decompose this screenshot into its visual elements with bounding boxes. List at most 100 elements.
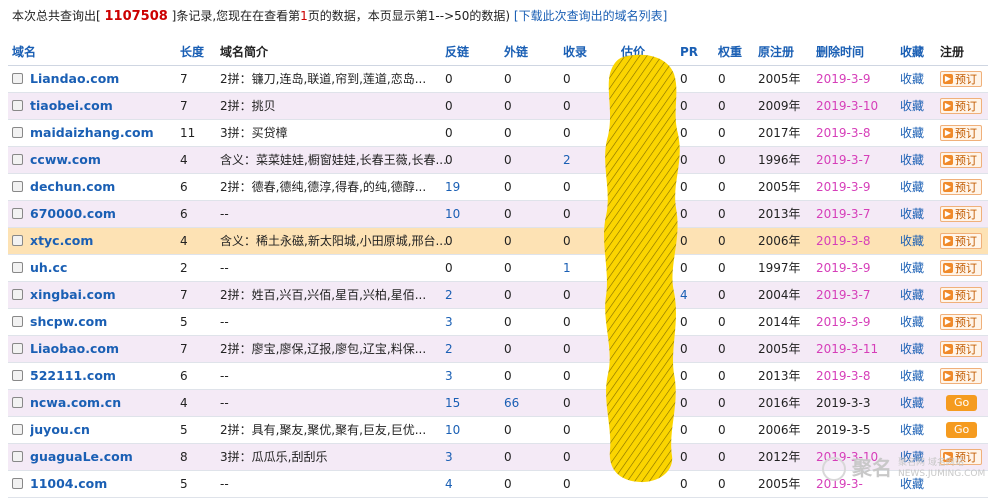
favorite-link[interactable]: 收藏 [900,309,936,335]
row-checkbox[interactable] [12,127,23,138]
row-checkbox[interactable] [12,100,23,111]
preorder-button[interactable]: ▶ 预订 [940,340,982,357]
preorder-icon: ▶ [943,262,953,273]
row-checkbox[interactable] [12,397,23,408]
domain-link[interactable]: 11004.com [30,476,107,491]
indexed-cell: 1 [563,261,571,275]
header-pr[interactable]: PR [680,40,710,65]
header-name[interactable]: 域名 [12,40,157,65]
row-checkbox[interactable] [12,451,23,462]
intro-cell: -- [220,477,229,491]
registered-cell: 2012年 [758,450,801,464]
length-cell: 6 [180,180,188,194]
domain-link[interactable]: xtyc.com [30,233,93,248]
header-estimate[interactable]: 估价 [621,40,671,65]
preorder-button[interactable]: ▶ 预订 [940,97,982,114]
delete-time-cell: 2019-3-7 [816,288,871,302]
preorder-button[interactable]: ▶ 预订 [940,232,982,249]
preorder-button[interactable]: ▶ 预订 [940,70,982,87]
header-backlinks[interactable]: 反链 [445,40,495,65]
domain-link[interactable]: tiaobei.com [30,98,113,113]
preorder-button[interactable]: ▶ 预订 [940,367,982,384]
watermark-text: 聚名网 域名网站 NEWS.JUMING.COM [898,458,986,479]
header-weight[interactable]: 权重 [718,40,748,65]
domain-link[interactable]: uh.cc [30,260,67,275]
length-cell: 2 [180,261,188,275]
pr-cell: 0 [680,234,688,248]
backlinks-cell: 4 [445,477,453,491]
favorite-link[interactable]: 收藏 [900,363,936,389]
domain-link[interactable]: 522111.com [30,368,116,383]
row-checkbox[interactable] [12,289,23,300]
header-length[interactable]: 长度 [180,40,216,65]
row-checkbox[interactable] [12,181,23,192]
table-row: Liandao.com 7 2拼：镰刀,连岛,联道,帘到,莲道,恋岛... 0 0 0 0 0… [8,66,988,93]
favorite-link[interactable]: 收藏 [900,66,936,92]
download-list-link[interactable]: [下载此次查询出的域名列表] [514,9,667,23]
favorite-link[interactable]: 收藏 [900,282,936,308]
favorite-link[interactable]: 收藏 [900,390,936,416]
header-delete-time[interactable]: 删除时间 [816,40,900,65]
domain-link[interactable]: ncwa.com.cn [30,395,121,410]
summary-prefix: 本次总共查询出[ [12,9,105,23]
intro-cell: 2拼：德春,德纯,德淳,得春,的纯,德醇... [220,180,427,194]
row-checkbox[interactable] [12,262,23,273]
delete-time-cell: 2019-3-7 [816,207,871,221]
favorite-link[interactable]: 收藏 [900,147,936,173]
go-button[interactable]: Go [946,394,978,411]
go-button[interactable]: Go [946,421,978,438]
preorder-button[interactable]: ▶ 预订 [940,259,982,276]
preorder-button[interactable]: ▶ 预订 [940,205,982,222]
preorder-button[interactable]: ▶ 预订 [940,178,982,195]
favorite-link[interactable]: 收藏 [900,228,936,254]
favorite-link[interactable]: 收藏 [900,417,936,443]
domain-link[interactable]: shcpw.com [30,314,107,329]
domain-link[interactable]: 670000.com [30,206,116,221]
header-registered[interactable]: 原注册 [758,40,812,65]
indexed-cell: 0 [563,99,571,113]
preorder-button[interactable]: ▶ 预订 [940,151,982,168]
indexed-cell: 0 [563,288,571,302]
row-checkbox[interactable] [12,235,23,246]
weight-cell: 0 [718,99,726,113]
domain-link[interactable]: juyou.cn [30,422,90,437]
registered-cell: 2006年 [758,423,801,437]
domain-link[interactable]: Liandao.com [30,71,119,86]
delete-time-cell: 2019-3-8 [816,234,871,248]
favorite-link[interactable]: 收藏 [900,201,936,227]
header-indexed[interactable]: 收录 [563,40,613,65]
domain-link[interactable]: dechun.com [30,179,115,194]
domain-link[interactable]: Liaobao.com [30,341,119,356]
preorder-button[interactable]: ▶ 预订 [940,313,982,330]
delete-time-cell: 2019-3-9 [816,315,871,329]
favorite-link[interactable]: 收藏 [900,120,936,146]
row-checkbox[interactable] [12,154,23,165]
weight-cell: 0 [718,234,726,248]
register-cell: ▶ 预订 [940,309,988,335]
favorite-link[interactable]: 收藏 [900,174,936,200]
external-cell: 0 [504,180,512,194]
domain-link[interactable]: ccww.com [30,152,101,167]
domain-link[interactable]: xingbai.com [30,287,116,302]
row-checkbox-cell [12,309,26,335]
row-checkbox[interactable] [12,73,23,84]
domain-link[interactable]: maidaizhang.com [30,125,154,140]
row-checkbox[interactable] [12,478,23,489]
favorite-link[interactable]: 收藏 [900,255,936,281]
favorite-link[interactable]: 收藏 [900,93,936,119]
preorder-button[interactable]: ▶ 预订 [940,286,982,303]
favorite-link[interactable]: 收藏 [900,336,936,362]
registered-cell: 2009年 [758,99,801,113]
row-checkbox[interactable] [12,343,23,354]
header-external[interactable]: 外链 [504,40,554,65]
result-count: 1107508 [104,9,168,24]
row-checkbox[interactable] [12,424,23,435]
row-checkbox[interactable] [12,316,23,327]
estimate-cell [621,174,671,200]
backlinks-cell: 0 [445,234,453,248]
domain-link[interactable]: guaguaLe.com [30,449,133,464]
indexed-cell: 0 [563,180,571,194]
row-checkbox[interactable] [12,370,23,381]
preorder-button[interactable]: ▶ 预订 [940,124,982,141]
row-checkbox[interactable] [12,208,23,219]
